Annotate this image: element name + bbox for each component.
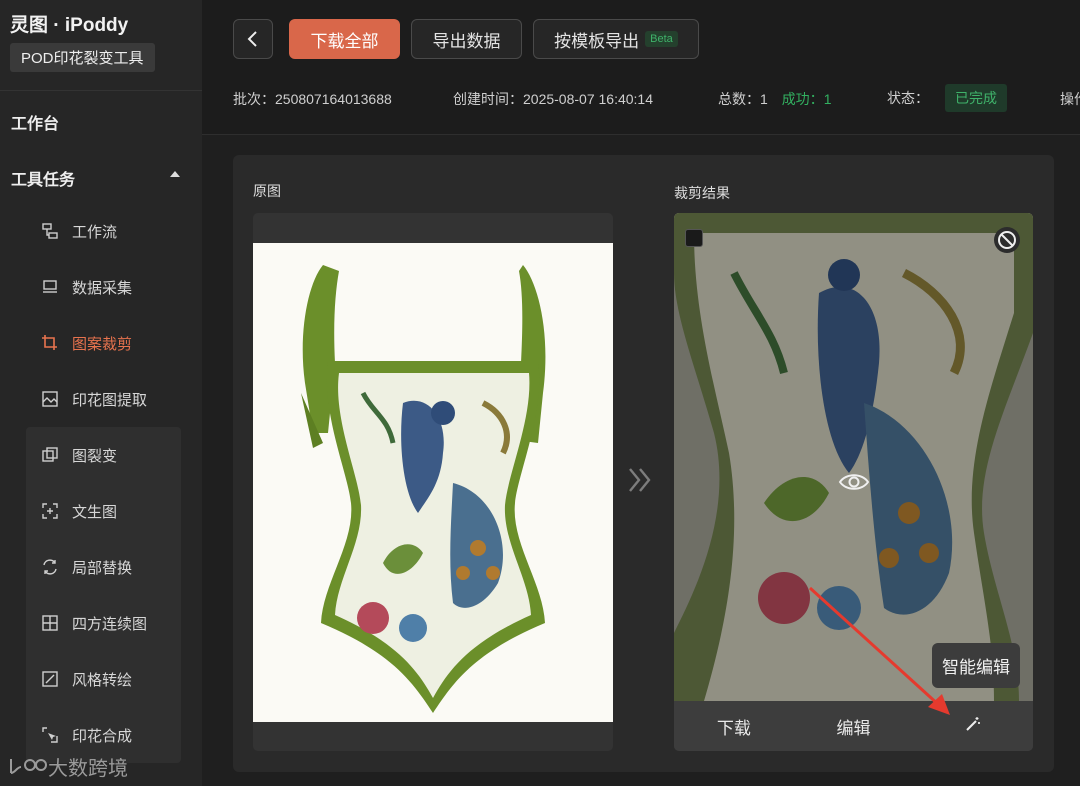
- sidebar-item-extract[interactable]: 印花图提取: [40, 387, 147, 411]
- preview-eye-icon[interactable]: [838, 471, 870, 498]
- sidebar-item-label: 印花合成: [72, 727, 133, 745]
- smart-edit-button[interactable]: [913, 715, 1033, 738]
- success-value: 1: [823, 91, 832, 107]
- watermark: 大数跨境: [8, 752, 128, 781]
- data-collect-icon: [40, 277, 60, 297]
- back-button[interactable]: [233, 19, 273, 59]
- sidebar-item-data-collect[interactable]: 数据采集: [40, 275, 132, 299]
- fission-icon: [40, 445, 60, 465]
- sidebar-item-label: 局部替换: [72, 559, 133, 577]
- sidebar-item-replace[interactable]: 局部替换: [40, 555, 132, 579]
- sidebar: 灵图 · iPoddy POD印花裂变工具 工作台 工具任务 工作流 数据采集 …: [0, 0, 202, 786]
- smart-edit-tooltip: 智能编辑: [932, 643, 1020, 688]
- disable-icon[interactable]: [994, 227, 1020, 253]
- replace-icon: [40, 557, 60, 577]
- edit-button[interactable]: 编辑: [794, 714, 914, 739]
- export-data-button[interactable]: 导出数据: [411, 19, 522, 59]
- sidebar-item-label: 文生图: [72, 503, 118, 521]
- sidebar-item-label: 风格转绘: [72, 671, 133, 689]
- status-label: 状态：: [887, 90, 929, 106]
- batch-label: 批次：: [233, 91, 275, 107]
- ops-label: 操作: [1060, 91, 1080, 107]
- tile-icon: [40, 613, 60, 633]
- export-template-button[interactable]: 按模板导出 Beta: [533, 19, 699, 59]
- download-all-button[interactable]: 下载全部: [289, 19, 400, 59]
- total-label: 总数：: [718, 91, 760, 107]
- status-info: 状态： 已完成: [887, 84, 1007, 112]
- sidebar-item-style[interactable]: 风格转绘: [40, 667, 132, 691]
- crop-action-bar: 下载 编辑: [674, 701, 1033, 751]
- collapse-caret-icon[interactable]: [170, 171, 180, 177]
- created-label: 创建时间：: [453, 91, 523, 107]
- result-label: 裁剪结果: [674, 185, 730, 201]
- watermark-logo-icon: [10, 758, 47, 774]
- sidebar-item-fission[interactable]: 图裂变: [40, 443, 117, 467]
- sidebar-item-label: 印花图提取: [72, 391, 148, 409]
- workflow-icon: [40, 221, 60, 241]
- magic-wand-icon: [966, 716, 981, 731]
- original-label: 原图: [253, 183, 281, 199]
- success-label: 成功：: [781, 91, 824, 107]
- beta-badge: Beta: [645, 31, 678, 47]
- crop-icon: [40, 333, 60, 353]
- sidebar-item-label: 数据采集: [72, 279, 133, 297]
- sidebar-item-label: 图案裁剪: [72, 335, 133, 353]
- created-value: 2025-08-07 16:40:14: [523, 91, 653, 107]
- original-image[interactable]: [253, 243, 613, 722]
- extract-icon: [40, 389, 60, 409]
- batch-info: 批次：250807164013688: [233, 89, 392, 109]
- batch-value: 250807164013688: [275, 91, 392, 107]
- sidebar-item-label: 四方连续图: [72, 615, 148, 633]
- sidebar-item-compose[interactable]: 印花合成: [40, 723, 132, 747]
- count-info: 总数：1 成功：1: [718, 89, 831, 109]
- submenu-highlight: [26, 427, 181, 763]
- download-button[interactable]: 下载: [674, 714, 794, 739]
- sidebar-item-tile[interactable]: 四方连续图: [40, 611, 147, 635]
- topbar: 下载全部 导出数据 按模板导出 Beta 批次：250807164013688 …: [202, 0, 1080, 135]
- sidebar-item-workflow[interactable]: 工作流: [40, 219, 117, 243]
- watermark-text: 大数跨境: [48, 758, 128, 780]
- sidebar-item-label: 图裂变: [72, 447, 118, 465]
- crop-result-image[interactable]: [674, 213, 1033, 701]
- text-to-image-icon: [40, 501, 60, 521]
- created-info: 创建时间：2025-08-07 16:40:14: [453, 89, 653, 109]
- sidebar-item-label: 工作流: [72, 223, 118, 241]
- chevron-double-right-icon: [627, 465, 653, 503]
- sidebar-item-crop[interactable]: 图案裁剪: [40, 331, 132, 355]
- compose-icon: [40, 725, 60, 745]
- chevron-left-icon: [247, 31, 257, 47]
- sidebar-divider: [0, 90, 202, 91]
- export-template-label: 按模板导出: [554, 31, 640, 51]
- original-image-frame: [253, 213, 613, 751]
- sidebar-item-text-to-image[interactable]: 文生图: [40, 499, 117, 523]
- brand-logo: 灵图 · iPoddy: [10, 15, 129, 36]
- status-badge: 已完成: [945, 84, 1007, 112]
- brand-subtitle: POD印花裂变工具: [10, 43, 155, 72]
- select-checkbox[interactable]: [685, 229, 703, 247]
- total-value: 1: [760, 91, 768, 107]
- sidebar-item-workbench[interactable]: 工作台: [11, 110, 59, 134]
- style-icon: [40, 669, 60, 689]
- sidebar-group-tools[interactable]: 工具任务: [11, 166, 75, 190]
